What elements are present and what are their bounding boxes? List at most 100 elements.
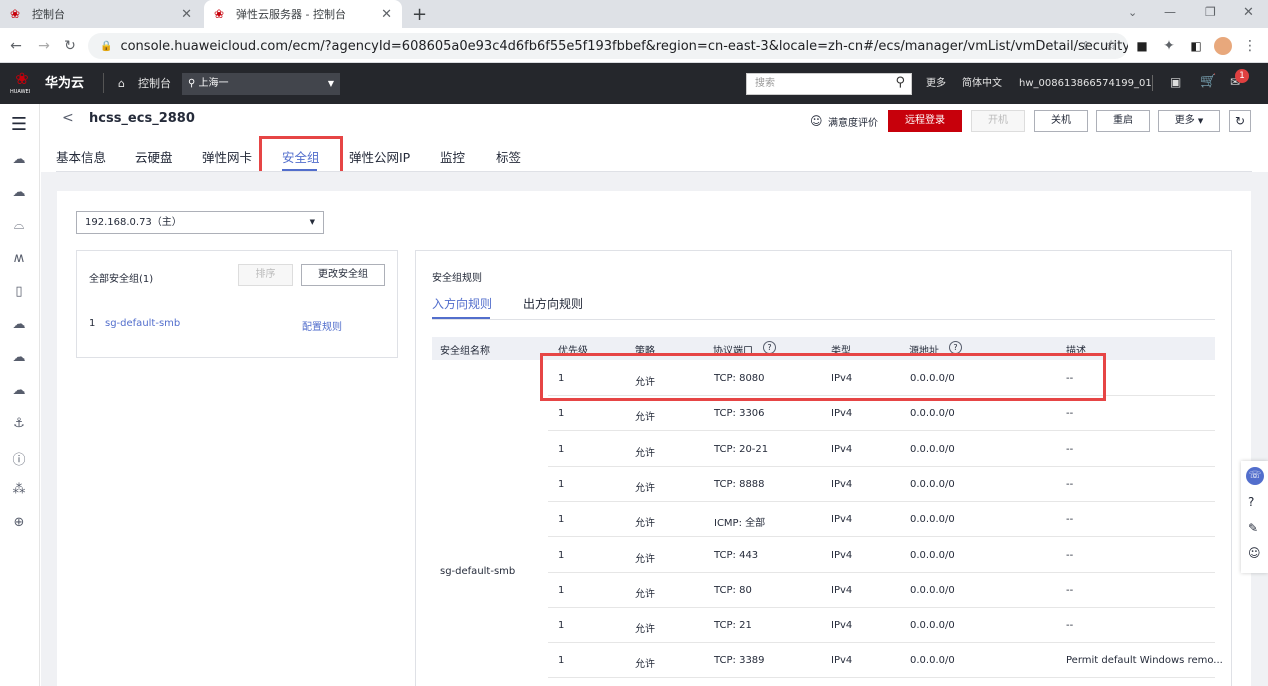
cloud-server-icon[interactable]: ☁ <box>9 152 29 172</box>
table-row: 1 允许 TCP: 8888 IPv4 0.0.0.0/0 -- <box>548 467 1215 502</box>
cloud-outline-icon[interactable]: ☁ <box>9 317 29 337</box>
table-row: 1 允许 TCP: 3306 IPv4 0.0.0.0/0 -- <box>548 396 1215 432</box>
power-off-button[interactable]: 关机 <box>1034 110 1088 132</box>
back-button[interactable]: < <box>62 110 74 126</box>
window-close-icon[interactable]: ✕ <box>1243 5 1254 20</box>
forward-icon[interactable]: → <box>34 36 54 56</box>
search-placeholder: 搜索 <box>755 78 775 89</box>
cluster-icon[interactable]: ⁂ <box>9 482 29 502</box>
cloud-upload-icon[interactable]: ☁ <box>9 350 29 370</box>
hamburger-menu-icon[interactable]: ☰ <box>9 114 29 135</box>
search-icon[interactable]: ⚲ <box>895 73 905 93</box>
more-actions-button[interactable]: 更多 ▼ <box>1158 110 1220 132</box>
cell-port: TCP: 21 <box>714 620 752 632</box>
console-link[interactable]: 控制台 <box>138 63 171 104</box>
rules-group-name: sg-default-smb <box>440 566 516 577</box>
tab-inbound[interactable]: 入方向规则 <box>432 295 492 312</box>
anchor-icon[interactable]: ⚓ <box>9 416 29 436</box>
sidepanel-icon[interactable]: ◧ <box>1186 36 1206 56</box>
extension-icon[interactable]: ■ <box>1132 36 1152 56</box>
cell-desc: -- <box>1066 478 1074 490</box>
url-bar[interactable]: 🔒 console.huaweicloud.com/ecm/?agencyId=… <box>88 33 1128 59</box>
more-menu[interactable]: 更多 <box>926 63 946 104</box>
cell-source: 0.0.0.0/0 <box>910 655 955 667</box>
configure-rules-link[interactable]: 配置规则 <box>302 318 342 333</box>
minimize-icon[interactable]: — <box>1164 5 1176 19</box>
huawei-logo-icon: ❀ <box>15 69 29 88</box>
table-row: 1 允许 TCP: 80 IPv4 0.0.0.0/0 -- <box>548 573 1215 608</box>
chevron-down-icon[interactable]: ⌄ <box>1128 6 1137 19</box>
feedback-icon[interactable]: ✎ <box>1248 521 1258 535</box>
document-icon[interactable]: ▯ <box>9 284 29 304</box>
console-icon[interactable]: ▣ <box>1170 75 1181 89</box>
browser-tab-console[interactable]: ❀ 控制台 ✕ <box>0 0 202 28</box>
language-menu[interactable]: 简体中文 <box>962 63 1002 104</box>
tab-title: 弹性云服务器 - 控制台 <box>236 8 346 21</box>
refresh-button[interactable]: ↻ <box>1229 110 1251 132</box>
database-icon[interactable]: ⌓ <box>9 218 29 238</box>
cart-icon[interactable]: 🛒 <box>1200 74 1216 89</box>
globe-icon[interactable]: ⊕ <box>9 515 29 535</box>
more-label: 更多 <box>1174 115 1195 126</box>
home-icon[interactable]: ⌂ <box>118 63 125 104</box>
star-icon[interactable]: ☆ <box>1101 36 1121 56</box>
cell-port: TCP: 443 <box>714 549 759 561</box>
logo-text[interactable]: 华为云 <box>45 63 84 104</box>
restart-button[interactable]: 重启 <box>1096 110 1150 132</box>
cell-type: IPv4 <box>831 408 853 420</box>
table-row: 1 允许 TCP: 21 IPv4 0.0.0.0/0 -- <box>548 608 1215 644</box>
region-select[interactable]: ⚲ 上海一 ▼ <box>182 73 340 95</box>
cell-port: TCP: 20-21 <box>714 443 769 455</box>
divider <box>1152 75 1153 91</box>
cloud-icon[interactable]: ☁ <box>9 185 29 205</box>
reload-icon[interactable]: ↻ <box>60 36 80 56</box>
puzzle-icon[interactable]: ✦ <box>1159 36 1179 56</box>
user-menu[interactable]: hw_008613866574199_01 <box>1019 63 1152 104</box>
tab-elastic-ip[interactable]: 弹性公网IP <box>349 147 410 166</box>
tab-tags[interactable]: 标签 <box>496 147 521 166</box>
back-icon[interactable]: ← <box>6 36 26 56</box>
satisfaction-link[interactable]: 满意度评价 <box>828 114 878 129</box>
tab-cloud-disk[interactable]: 云硬盘 <box>135 147 173 166</box>
help-icon[interactable]: ? <box>1248 495 1254 509</box>
close-icon[interactable]: ✕ <box>181 7 192 22</box>
col-group-name: 安全组名称 <box>440 346 490 357</box>
cell-desc: -- <box>1066 620 1074 632</box>
cell-port: TCP: 3306 <box>714 408 765 420</box>
caret-down-icon: ▼ <box>309 218 315 226</box>
smiley-icon[interactable]: ☺ <box>1248 546 1261 560</box>
browser-tab-ecs[interactable]: ❀ 弹性云服务器 - 控制台 ✕ <box>204 0 402 28</box>
new-tab-button[interactable]: + <box>412 4 427 25</box>
cell-type: IPv4 <box>831 478 853 490</box>
nic-select[interactable]: 192.168.0.73（主） ▼ <box>76 211 324 234</box>
cell-type: IPv4 <box>831 655 853 667</box>
tab-basic-info[interactable]: 基本信息 <box>56 147 106 166</box>
cloud-check-icon[interactable]: ☁ <box>9 383 29 403</box>
share-icon[interactable]: ⇪ <box>1076 36 1096 56</box>
lock-icon: 🔒 <box>100 40 113 52</box>
cell-priority: 1 <box>558 549 565 561</box>
remote-login-button[interactable]: 远程登录 <box>888 110 962 132</box>
power-on-button[interactable]: 开机 <box>971 110 1025 132</box>
close-icon[interactable]: ✕ <box>381 7 392 22</box>
notification-badge: 1 <box>1235 69 1249 83</box>
network-icon[interactable]: ʍ <box>9 251 29 271</box>
customer-service-icon[interactable]: ☏ <box>1246 467 1264 485</box>
restore-icon[interactable]: ❐ <box>1205 5 1216 19</box>
console-search-input[interactable]: 搜索 ⚲ <box>746 73 912 95</box>
ip-icon[interactable]: ⓘ <box>9 449 29 469</box>
profile-avatar[interactable] <box>1214 37 1232 55</box>
tab-elastic-nic[interactable]: 弹性网卡 <box>202 147 252 166</box>
tab-monitoring[interactable]: 监控 <box>440 147 465 166</box>
table-row: 1 允许 TCP: 443 IPv4 0.0.0.0/0 -- <box>548 538 1215 573</box>
tab-outbound[interactable]: 出方向规则 <box>523 295 583 312</box>
cell-policy: 允许 <box>635 447 655 459</box>
change-group-button[interactable]: 更改安全组 <box>301 264 385 286</box>
menu-dots-icon[interactable]: ⋮ <box>1240 36 1260 56</box>
table-row: 1 允许 TCP: 20-21 IPv4 0.0.0.0/0 -- <box>548 432 1215 467</box>
sort-button[interactable]: 排序 <box>238 264 293 286</box>
nic-select-value: 192.168.0.73（主） <box>85 217 182 228</box>
cell-port: ICMP: 全部 <box>714 518 766 530</box>
cell-policy: 允许 <box>635 553 655 565</box>
group-name-link[interactable]: sg-default-smb <box>105 318 180 329</box>
